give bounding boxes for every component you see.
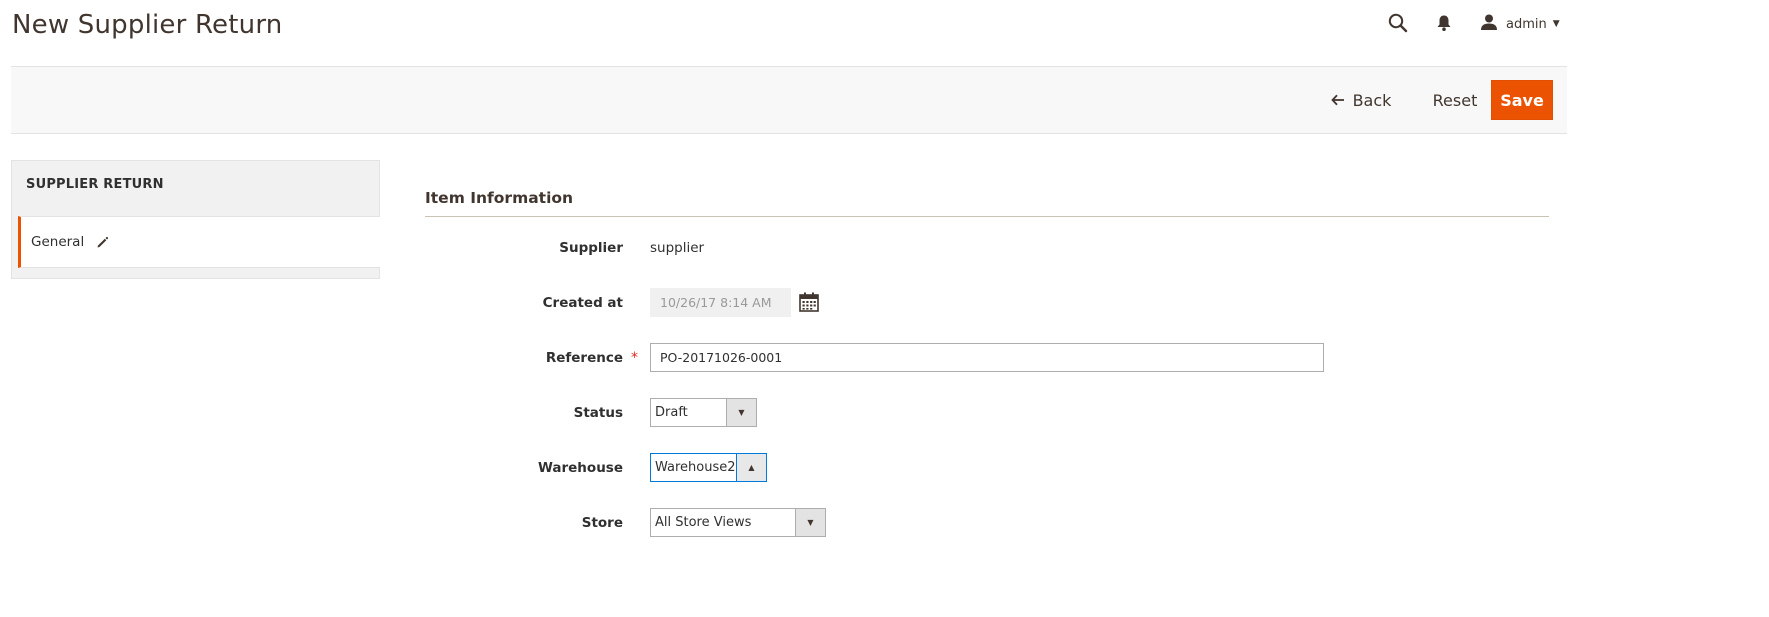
arrow-left-icon [1330,91,1345,110]
store-select-value: All Store Views [655,515,752,530]
user-menu[interactable]: admin ▼ [1480,8,1560,40]
section-title: Item Information [425,189,574,207]
warehouse-label: Warehouse [537,460,623,476]
sidebar-title: SUPPLIER RETURN [26,177,164,192]
sidebar: SUPPLIER RETURN General [11,160,380,279]
bell-icon [1436,14,1452,36]
chevron-down-icon: ▼ [795,509,825,536]
store-label: Store [581,515,623,531]
warehouse-select-value: Warehouse2 [655,460,736,475]
page-header: New Supplier Return admin ▼ [0,0,1769,60]
store-select[interactable]: All Store Views ▼ [650,508,826,537]
reference-label: Reference [545,350,623,366]
back-button-label: Back [1352,90,1392,110]
status-label: Status [573,405,623,421]
save-button[interactable]: Save [1491,80,1553,120]
created-at-field: 10/26/17 8:14 AM [650,288,791,317]
calendar-icon [798,292,820,317]
reference-value: PO-20171026-0001 [660,350,783,365]
pencil-icon [96,236,109,249]
chevron-down-icon: ▼ [1552,19,1560,29]
reset-button[interactable]: Reset [1415,80,1495,120]
notifications-button[interactable] [1422,3,1466,47]
warehouse-select[interactable]: Warehouse2 ▲ [650,453,767,482]
chevron-up-icon: ▲ [736,454,766,481]
reference-input[interactable]: PO-20171026-0001 [650,343,1324,372]
supplier-value: supplier [650,240,705,256]
required-indicator: * [631,350,638,366]
page-actions-bar: Back Reset Save [11,66,1567,134]
created-at-value: 10/26/17 8:14 AM [660,295,772,310]
search-icon [1388,13,1408,37]
page-title: New Supplier Return [12,10,283,40]
user-name: admin [1506,16,1547,32]
status-select-value: Draft [655,405,688,420]
sidebar-item-label: General [31,234,85,250]
sidebar-item-general[interactable]: General [18,216,380,268]
back-button[interactable]: Back [1325,80,1397,120]
status-select[interactable]: Draft ▼ [650,398,757,427]
search-button[interactable] [1376,3,1420,47]
user-icon [1480,13,1498,35]
section-divider [425,216,1549,217]
calendar-button[interactable] [798,291,822,315]
supplier-label: Supplier [559,240,623,256]
chevron-down-icon: ▼ [726,399,756,426]
created-at-label: Created at [542,295,623,311]
